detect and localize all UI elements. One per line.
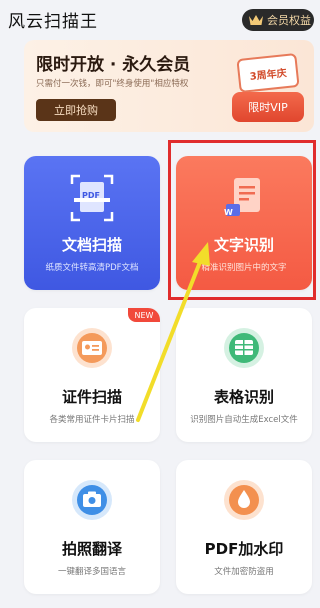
tool-title: 表格识别 xyxy=(213,388,274,406)
tool-card-text-recognition[interactable]: W 文字识别 精准识别图片中的文字 xyxy=(176,156,312,290)
buy-now-button[interactable]: 立即抢购 xyxy=(36,99,116,121)
tool-desc: 一键翻译多国语言 xyxy=(57,567,126,577)
promo-banner[interactable]: 限时开放 · 永久会员 只需付一次钱，即可"终身使用"相应特权 立即抢购 3周年… xyxy=(24,40,314,132)
tool-card-photo-translate[interactable]: 拍照翻译 一键翻译多国语言 xyxy=(24,460,160,594)
word-label: W xyxy=(224,208,233,217)
crown-icon xyxy=(249,15,263,25)
tool-card-document-scan[interactable]: PDF 文档扫描 纸质文件转高清PDF文档 xyxy=(24,156,160,290)
camera-translate-icon xyxy=(72,480,112,520)
table-icon xyxy=(224,328,264,368)
tool-desc: 精准识别图片中的文字 xyxy=(201,263,287,273)
tool-title: 证件扫描 xyxy=(61,388,122,406)
id-card-icon xyxy=(72,328,112,368)
anniversary-ribbon: 3周年庆 xyxy=(236,52,300,94)
tool-title: 文字识别 xyxy=(213,236,274,254)
app-title: 风云扫描王 xyxy=(8,12,98,32)
tool-title: PDF加水印 xyxy=(204,540,284,558)
tool-card-pdf-watermark[interactable]: PDF加水印 文件加密防盗用 xyxy=(176,460,312,594)
pdf-label: PDF xyxy=(82,191,100,200)
tool-card-table-recognition[interactable]: 表格识别 识别图片自动生成Excel文件 xyxy=(176,308,312,442)
banner-title: 限时开放 · 永久会员 xyxy=(36,55,191,75)
vip-promo-card: 3周年庆 限时VIP xyxy=(232,52,304,126)
tool-desc: 各类常用证件卡片扫描 xyxy=(49,415,135,425)
app-header: 风云扫描王 会员权益 xyxy=(0,0,320,40)
tool-card-id-scan[interactable]: NEW 证件扫描 各类常用证件卡片扫描 xyxy=(24,308,160,442)
new-badge: NEW xyxy=(128,308,160,322)
tool-desc: 识别图片自动生成Excel文件 xyxy=(190,415,298,425)
tool-desc: 纸质文件转高清PDF文档 xyxy=(45,263,139,273)
tool-desc: 文件加密防盗用 xyxy=(214,567,274,577)
vip-rights-label: 会员权益 xyxy=(267,14,311,27)
vip-rights-button[interactable]: 会员权益 xyxy=(242,9,314,31)
limited-vip-label: 限时VIP xyxy=(232,92,304,122)
watermark-icon xyxy=(224,480,264,520)
banner-subtitle: 只需付一次钱，即可"终身使用"相应特权 xyxy=(36,79,189,89)
tool-title: 拍照翻译 xyxy=(61,540,122,558)
tool-title: 文档扫描 xyxy=(61,236,122,254)
